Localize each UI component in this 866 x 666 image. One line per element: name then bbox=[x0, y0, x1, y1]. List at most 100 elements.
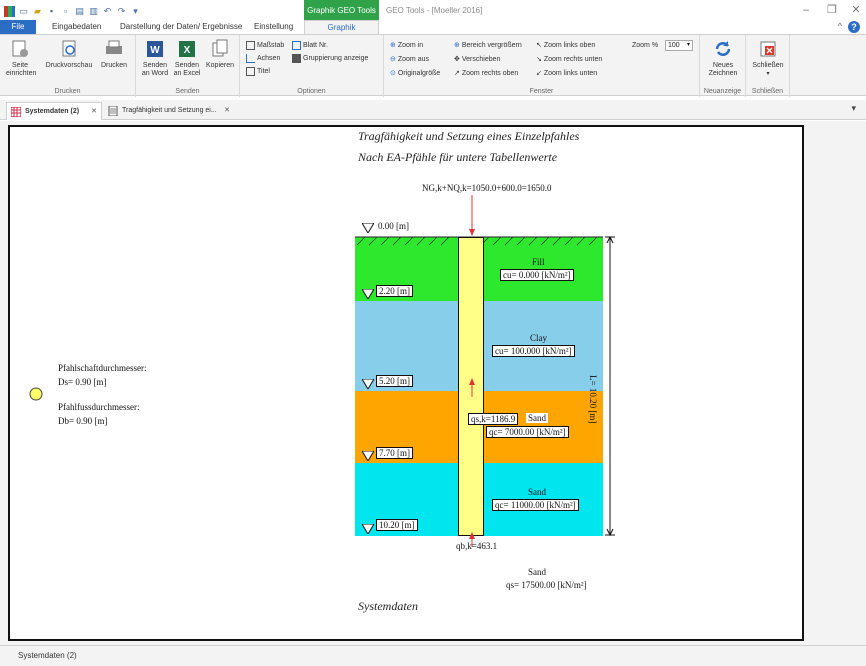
depth-label-4: 10.20 [m] bbox=[376, 519, 418, 531]
titel-button[interactable]: Titel bbox=[246, 66, 270, 77]
ribbon-collapse-icon[interactable]: ^ bbox=[838, 21, 842, 31]
document-tabs: Systemdaten (2) ✕ Tragfähigkeit und Setz… bbox=[0, 100, 866, 120]
tab-einstellung[interactable]: Einstellung bbox=[248, 20, 299, 34]
group-neuanzeige: Neues Zeichnen Neuanzeige bbox=[700, 35, 746, 97]
layer-param-fill: cu= 0.000 [kN/m²] bbox=[500, 269, 574, 281]
layer-param-sand-2: qc= 11000.00 [kN/m²] bbox=[492, 499, 579, 511]
base-layer-param: qs= 17500.00 [kN/m²] bbox=[506, 580, 587, 590]
pan-icon: ✥ bbox=[454, 56, 460, 63]
close-button[interactable]: ✕ bbox=[846, 2, 866, 18]
pile-length-label: L= 10.20 [m] bbox=[588, 375, 598, 424]
close-window-icon bbox=[760, 41, 776, 57]
page-setup-icon bbox=[12, 40, 28, 57]
new-file-icon[interactable]: ▭ bbox=[18, 6, 29, 17]
depth-label-0: 0.00 [m] bbox=[378, 221, 409, 231]
zoom-rechts-unten-button[interactable]: ↘ Zoom rechts unten bbox=[536, 54, 602, 65]
group-icon bbox=[292, 54, 301, 63]
sheet-number-icon bbox=[292, 41, 301, 50]
close-icon[interactable]: ✕ bbox=[91, 103, 97, 121]
group-senden: W Senden an Word X Senden an Excel Kopie… bbox=[136, 35, 240, 97]
save-icon[interactable]: ▪ bbox=[46, 6, 57, 17]
depth-marker-icon bbox=[362, 289, 374, 299]
print-preview-icon[interactable]: ▤ bbox=[74, 6, 85, 17]
pile-section-circle bbox=[29, 387, 43, 401]
zoom-out-icon: ⊖ bbox=[390, 56, 396, 63]
svg-text:W: W bbox=[150, 45, 160, 56]
ribbon: Seite einrichten Druckvorschau Drucken D… bbox=[0, 34, 866, 97]
zoom-aus-button[interactable]: ⊖ Zoom aus bbox=[390, 54, 429, 65]
drawing-sheet: Tragfähigkeit und Setzung eines Einzelpf… bbox=[8, 125, 804, 641]
doc-tab-systemdaten[interactable]: Systemdaten (2) ✕ bbox=[6, 102, 102, 120]
druckvorschau-button[interactable]: Druckvorschau bbox=[44, 38, 94, 70]
save-as-icon[interactable]: ▫ bbox=[60, 6, 71, 17]
foot-diameter-value: Db= 0.90 [m] bbox=[58, 416, 108, 426]
neues-zeichnen-button[interactable]: Neues Zeichnen bbox=[704, 38, 742, 78]
depth-label-3: 7.70 [m] bbox=[376, 447, 413, 459]
gruppierung-button[interactable]: Gruppierung anzeige bbox=[292, 53, 368, 64]
print-icon[interactable]: ▥ bbox=[88, 6, 99, 17]
zoom-in-icon: ⊕ bbox=[390, 42, 396, 49]
quick-access-toolbar: ▭ ▰ ▪ ▫ ▤ ▥ ↶ ↷ ▾ bbox=[4, 4, 141, 18]
excel-icon: X bbox=[179, 41, 195, 57]
layer-param-sand-1: qc= 7000.00 [kN/m²] bbox=[486, 426, 569, 438]
zoom-in-button[interactable]: ⊕ Zoom in bbox=[390, 40, 423, 51]
chevron-down-icon: ▾ bbox=[766, 71, 770, 77]
senden-excel-button[interactable]: X Senden an Excel bbox=[172, 38, 202, 78]
depth-marker-icon bbox=[362, 379, 374, 389]
context-tab-header: Graphik GEO Tools bbox=[304, 0, 379, 20]
depth-marker-icon bbox=[362, 524, 374, 534]
scale-icon bbox=[246, 41, 255, 50]
customize-toolbar-icon[interactable]: ▾ bbox=[130, 6, 141, 17]
achsen-button[interactable]: Achsen bbox=[246, 53, 280, 64]
doc-tab-tragfaehigkeit[interactable]: Tragfähigkeit und Setzung ei... ✕ bbox=[104, 102, 234, 120]
group-label-neuanzeige: Neuanzeige bbox=[703, 88, 742, 95]
drucken-button[interactable]: Drucken bbox=[98, 38, 130, 70]
chevron-down-icon: ▾ bbox=[686, 42, 690, 48]
kopieren-button[interactable]: Kopieren bbox=[204, 38, 236, 70]
drawing-title-1: Tragfähigkeit und Setzung eines Einzelpf… bbox=[358, 129, 580, 143]
seite-einrichten-button[interactable]: Seite einrichten bbox=[6, 38, 36, 78]
senden-word-button[interactable]: W Senden an Word bbox=[140, 38, 170, 78]
minimize-button[interactable]: – bbox=[796, 2, 816, 18]
copy-icon bbox=[212, 39, 228, 57]
print-preview-icon bbox=[62, 40, 76, 57]
load-arrow bbox=[469, 195, 475, 236]
schliessen-button[interactable]: Schließen ▾ bbox=[750, 38, 786, 78]
vertical-scrollbar[interactable] bbox=[852, 121, 866, 645]
tab-list-dropdown-icon[interactable]: ▾ bbox=[851, 103, 856, 114]
tab-graphik[interactable]: Graphik bbox=[304, 20, 379, 34]
title-icon bbox=[246, 67, 255, 76]
group-optionen: Maßstab Achsen Titel Blatt Nr. Gruppieru… bbox=[240, 35, 384, 97]
originalgroesse-button[interactable]: ⊙ Originalgröße bbox=[390, 68, 440, 79]
load-label: NG,k+NQ,k=1050.0+600.0=1650.0 bbox=[422, 183, 552, 193]
undo-icon[interactable]: ↶ bbox=[102, 6, 113, 17]
zoom-links-unten-button[interactable]: ↙ Zoom links unten bbox=[536, 68, 597, 79]
bereich-vergroessern-button[interactable]: ⊕ Bereich vergrößern bbox=[454, 40, 522, 51]
zoom-links-oben-button[interactable]: ↖ Zoom links oben bbox=[536, 40, 595, 51]
layer-name-sand-1: Sand bbox=[526, 413, 548, 423]
tab-darstellung[interactable]: Darstellung der Daten/ Ergebnisse bbox=[114, 20, 248, 34]
status-bar: Systemdaten (2) bbox=[0, 645, 866, 666]
massstab-button[interactable]: Maßstab bbox=[246, 40, 284, 51]
close-icon[interactable]: ✕ bbox=[224, 102, 230, 120]
group-label-optionen: Optionen bbox=[297, 88, 326, 95]
zoom-rechts-oben-button[interactable]: ↗ Zoom rechts oben bbox=[454, 68, 518, 79]
base-layer-name: Sand bbox=[528, 567, 546, 577]
shaft-diameter-label: Pfahlschaftdurchmesser: bbox=[58, 363, 147, 373]
redo-icon[interactable]: ↷ bbox=[116, 6, 127, 17]
layer-name-fill: Fill bbox=[532, 257, 545, 267]
blatt-nr-button[interactable]: Blatt Nr. bbox=[292, 40, 328, 51]
document-icon bbox=[108, 106, 118, 116]
help-icon[interactable]: ? bbox=[848, 21, 860, 33]
original-size-icon: ⊙ bbox=[390, 70, 396, 77]
restore-button[interactable]: ❐ bbox=[822, 2, 842, 18]
tab-file[interactable]: File bbox=[0, 20, 36, 34]
open-folder-icon[interactable]: ▰ bbox=[32, 6, 43, 17]
qs-label: qs,k=1186.9 bbox=[468, 413, 519, 425]
tab-eingabedaten[interactable]: Eingabedaten bbox=[46, 20, 107, 34]
group-schliessen: Schließen ▾ Schließen bbox=[746, 35, 790, 97]
zoom-percent-select[interactable]: 100 ▾ bbox=[665, 40, 693, 51]
layer-name-clay: Clay bbox=[530, 333, 547, 343]
group-label-schliessen: Schließen bbox=[751, 88, 784, 95]
verschieben-button[interactable]: ✥ Verschieben bbox=[454, 54, 500, 65]
